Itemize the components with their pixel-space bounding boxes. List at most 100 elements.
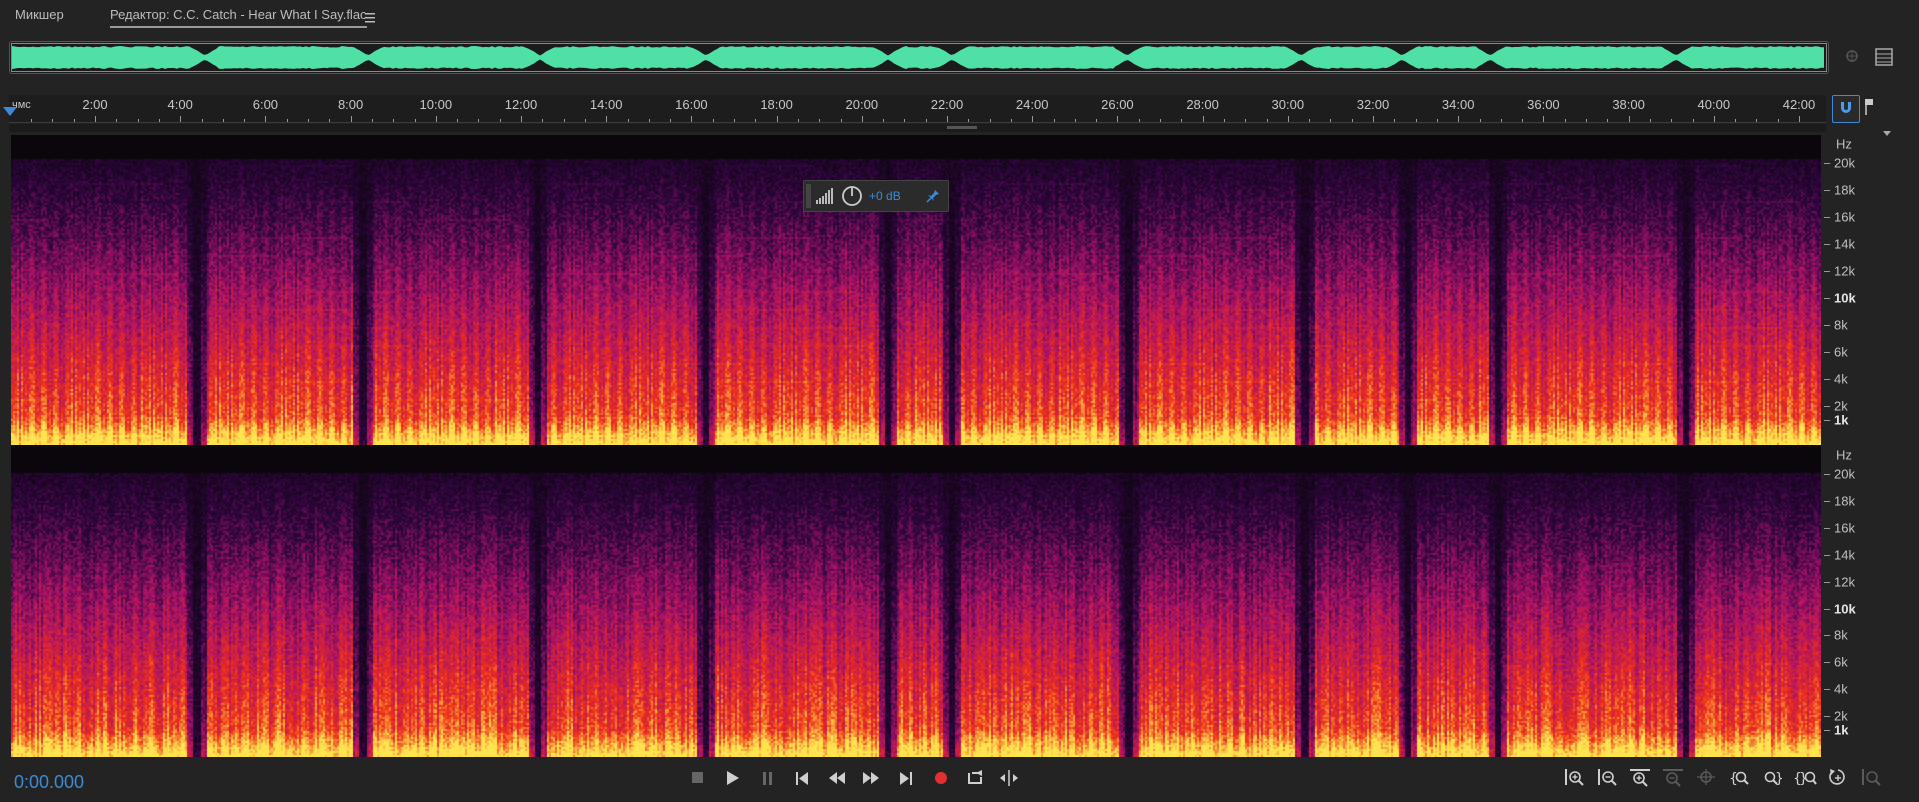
ruler-minor-tick	[1096, 119, 1098, 122]
zoom-to-selection-icon[interactable]	[1692, 764, 1720, 792]
hud-drag-handle[interactable]	[806, 184, 811, 208]
ruler-minor-tick	[1671, 119, 1673, 122]
volume-value[interactable]: +0 dB	[869, 189, 901, 203]
frequency-tick	[1824, 608, 1830, 610]
rewind-icon[interactable]	[822, 763, 852, 793]
ruler-tick	[947, 116, 948, 122]
ruler-minor-tick	[627, 119, 629, 122]
go-to-end-icon[interactable]	[891, 763, 921, 793]
zoom-in-amplitude-icon[interactable]	[1560, 764, 1588, 792]
ruler-tick-label: 8:00	[337, 97, 364, 112]
scroll-grip[interactable]	[947, 126, 977, 129]
go-to-start-icon[interactable]	[787, 763, 817, 793]
frequency-tick	[1824, 474, 1830, 475]
fast-forward-icon[interactable]	[856, 763, 886, 793]
ruler-tick	[521, 116, 522, 122]
ruler-minor-tick	[1181, 119, 1183, 122]
ruler-minor-tick	[137, 119, 139, 122]
ruler-tick-label: 36:00	[1527, 97, 1560, 112]
frequency-tick	[1824, 689, 1830, 691]
play-icon[interactable]	[718, 763, 748, 793]
ruler-minor-tick	[499, 119, 501, 122]
spectrogram-right-canvas	[11, 449, 1821, 757]
frequency-tick	[1824, 500, 1830, 502]
frequency-label: 14k	[1834, 236, 1855, 252]
overview-waveform[interactable]	[9, 41, 1829, 74]
ruler-tick-label: 40:00	[1697, 97, 1731, 112]
record-icon[interactable]	[926, 763, 956, 793]
ruler-tick-label: 34:00	[1441, 97, 1475, 112]
ruler-minor-tick	[478, 119, 480, 122]
spectral-display-icon[interactable]	[1875, 48, 1893, 71]
pin-icon[interactable]	[926, 189, 940, 208]
time-ruler[interactable]: чмс 2:00 4:00 6:00 8:00 10:00 12:00 14:00 16:00…	[9, 95, 1826, 123]
ruler-tick-label: 20:00	[845, 97, 879, 112]
ruler-tick-label: 10:00	[419, 97, 453, 112]
tab-editor[interactable]: Редактор: C.C. Catch - Hear What I Say.f…	[110, 7, 367, 28]
ruler-minor-tick	[989, 119, 991, 122]
ruler-minor-tick	[393, 119, 395, 122]
ruler-minor-tick	[1330, 119, 1332, 122]
ruler-minor-tick	[925, 119, 927, 122]
ruler-tick	[1799, 116, 1800, 122]
ruler-minor-tick	[883, 119, 885, 122]
frequency-label: 14k	[1834, 547, 1855, 563]
ruler-tick	[1713, 116, 1715, 122]
zoom-in-point-icon[interactable]	[1824, 764, 1852, 792]
spectrogram-right-channel[interactable]	[11, 449, 1821, 757]
frequency-unit-label: Hz	[1836, 136, 1852, 152]
current-time-display[interactable]: 0:00.000	[14, 772, 84, 793]
snap-toggle[interactable]	[1832, 95, 1860, 123]
ruler-tick-label: 18:00	[760, 97, 793, 112]
ruler-minor-tick	[542, 119, 544, 122]
loop-icon[interactable]	[960, 763, 990, 793]
ruler-tick	[1032, 116, 1034, 122]
frequency-tick	[1824, 527, 1830, 529]
ruler-tick-label: 22:00	[930, 97, 964, 112]
pause-icon[interactable]	[753, 763, 783, 793]
hamburger-menu-icon[interactable]	[365, 10, 375, 28]
frequency-label: 4k	[1834, 371, 1848, 387]
ruler-minor-tick	[1415, 119, 1417, 122]
zoom-out-amplitude-icon[interactable]	[1593, 764, 1621, 792]
ruler-tick	[1287, 116, 1289, 122]
volume-knob-icon[interactable]	[841, 185, 863, 212]
ruler-tick	[776, 116, 778, 122]
zoom-in-time-icon[interactable]	[1626, 764, 1654, 792]
overview-zoom-icon[interactable]	[1843, 47, 1863, 72]
ruler-tick-label: 42:00	[1782, 97, 1816, 112]
frequency-tick	[1824, 325, 1830, 326]
ruler-minor-tick	[414, 119, 416, 122]
zoom-out-full-icon[interactable]: {}	[1791, 764, 1819, 792]
volume-hud[interactable]: +0 dB	[803, 180, 949, 212]
frequency-label: 8k	[1834, 627, 1848, 643]
zoom-out-point-icon[interactable]	[1857, 764, 1885, 792]
frequency-label: 16k	[1834, 209, 1855, 225]
ruler-minor-tick	[755, 119, 757, 122]
ruler-minor-tick	[968, 119, 970, 122]
stop-icon[interactable]	[683, 763, 713, 793]
frequency-label: 8k	[1834, 317, 1848, 333]
ruler-minor-tick	[1586, 119, 1587, 122]
ruler-tick	[435, 116, 437, 122]
skip-selection-icon[interactable]	[994, 763, 1024, 793]
zoom-in-left-icon[interactable]: {	[1725, 764, 1753, 792]
tab-mixer[interactable]: Микшер	[15, 7, 64, 22]
ruler-minor-tick	[1522, 119, 1524, 122]
ruler-minor-tick	[1436, 119, 1438, 122]
marker-pin-icon[interactable]	[1864, 98, 1876, 121]
ruler-minor-tick	[1649, 119, 1651, 122]
zoom-out-time-icon[interactable]	[1659, 764, 1687, 792]
ruler-minor-tick	[1394, 119, 1396, 122]
ruler-tick-label: 4:00	[167, 97, 193, 112]
frequency-tick	[1824, 163, 1830, 164]
frequency-label: 20k	[1834, 155, 1855, 171]
horizontal-scrollbar[interactable]	[9, 124, 1826, 132]
overview-view-frame[interactable]	[11, 43, 1827, 72]
ruler-minor-tick	[1777, 119, 1779, 122]
ruler-tick	[265, 116, 267, 122]
frequency-label: 10k	[1834, 601, 1856, 616]
ruler-tick	[1202, 116, 1204, 122]
ruler-minor-tick	[1564, 119, 1566, 122]
zoom-in-right-icon[interactable]: }	[1758, 764, 1786, 792]
